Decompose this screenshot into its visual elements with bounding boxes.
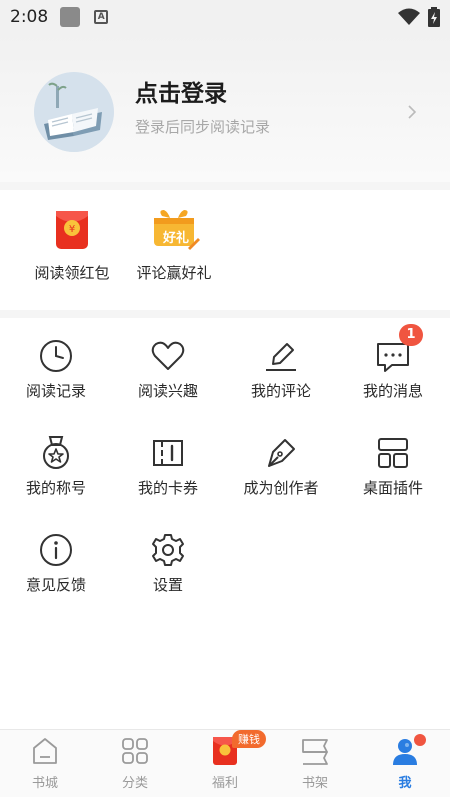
grid-icon [120,736,150,766]
gear-icon [150,532,186,568]
house-icon [30,736,60,766]
notification-icon [60,7,81,27]
gift-box-icon: 好礼 [152,208,200,252]
tab-welfare[interactable]: 赚钱 福利 [180,730,270,791]
red-envelope-icon: ¥ [50,208,94,252]
menu-settings[interactable]: 设置 [112,532,224,595]
tab-label: 书架 [301,776,328,791]
gift-box-text: 好礼 [162,231,189,246]
rewards-section: ¥ 阅读领红包 好礼 评论赢好礼 [0,190,450,310]
reward-read-redpacket[interactable]: ¥ 阅读领红包 [22,208,122,283]
tab-label: 我 [398,776,412,791]
avatar[interactable] [34,72,114,152]
bookshelf-icon [300,736,330,766]
medal-icon [38,435,74,471]
menu-label: 设置 [152,576,183,594]
menu-reading-history[interactable]: 阅读记录 [0,338,112,401]
status-time: 2:08 [10,7,49,27]
tab-bookshelf[interactable]: 书架 [270,736,360,791]
menu-my-comments[interactable]: 我的评论 [225,338,337,401]
notification-dot [414,734,426,746]
tab-bookstore[interactable]: 书城 [0,736,90,791]
menu-my-titles[interactable]: 我的称号 [0,435,112,498]
menu-desktop-widget[interactable]: 桌面插件 [337,435,449,498]
reward-comment-gift[interactable]: 好礼 评论赢好礼 [124,208,224,283]
tab-label: 分类 [121,776,148,791]
earn-money-badge: 赚钱 [232,730,266,748]
tab-label: 福利 [211,776,238,791]
menu-grid: 阅读记录 阅读兴趣 我的评论 1 我的消息 我的称号 我的卡券 成为创作者 桌面… [0,318,450,728]
pencil-icon [263,338,299,374]
login-title[interactable]: 点击登录 [135,74,227,108]
profile-header[interactable]: 点击登录 登录后同步阅读记录 [0,34,450,182]
battery-icon [428,7,440,27]
menu-become-creator[interactable]: 成为创作者 [225,435,337,498]
message-icon: 1 [375,324,423,374]
clock-icon [38,338,74,374]
menu-label: 阅读记录 [25,382,86,400]
menu-reading-interest[interactable]: 阅读兴趣 [112,338,224,401]
menu-feedback[interactable]: 意见反馈 [0,532,112,595]
menu-label: 我的消息 [362,382,423,400]
book-avatar-icon [34,72,114,152]
widget-icon [375,435,411,471]
red-envelope-icon: 赚钱 [210,730,266,766]
info-icon [38,532,74,568]
tab-label: 书城 [31,776,58,791]
menu-label: 意见反馈 [25,576,86,594]
pen-nib-icon [263,435,299,471]
ticket-icon [150,435,186,471]
unread-badge: 1 [399,324,423,346]
chevron-right-icon[interactable] [407,104,417,120]
menu-label: 我的称号 [25,479,86,497]
svg-text:¥: ¥ [69,224,75,235]
reward-label: 评论赢好礼 [136,264,212,282]
bottom-tab-bar: 书城 分类 赚钱 福利 书架 我 [0,729,450,797]
section-divider [0,310,450,318]
tab-me[interactable]: 我 [360,734,450,791]
wifi-icon [398,8,420,25]
menu-label: 我的评论 [250,382,311,400]
menu-label: 成为创作者 [243,479,319,497]
user-icon [390,734,426,766]
tab-category[interactable]: 分类 [90,736,180,791]
section-divider [0,182,450,190]
status-bar: 2:08 A [0,0,450,34]
reward-label: 阅读领红包 [34,264,110,282]
heart-icon [150,338,186,374]
menu-my-messages[interactable]: 1 我的消息 [337,324,449,401]
a-notification-icon: A [94,10,109,24]
menu-label: 桌面插件 [362,479,423,497]
menu-my-coupons[interactable]: 我的卡券 [112,435,224,498]
status-right [398,7,440,27]
menu-label: 阅读兴趣 [137,382,198,400]
login-subtitle: 登录后同步阅读记录 [135,118,271,136]
menu-label: 我的卡券 [137,479,198,497]
